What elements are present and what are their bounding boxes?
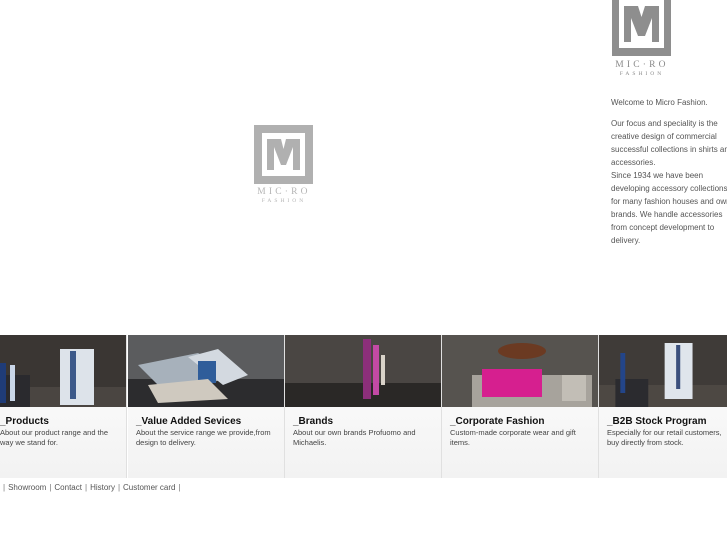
ties-photo [285,335,441,407]
wordmark-line2: FASHION [261,198,307,204]
card-title: _Value Added Sevices [136,416,242,427]
category-strip: _Products About our product range and th… [0,335,727,478]
card-products[interactable]: _Products About our product range and th… [0,335,127,478]
card-title: _B2B Stock Program [607,416,707,427]
card-value-added-services[interactable]: _Value Added Sevices About the service r… [128,335,285,478]
card-desc: Custom-made corporate wear and gift item… [450,428,576,447]
shirts-chair-photo [599,335,727,407]
footer-link-showroom[interactable]: Showroom [8,483,46,492]
card-desc: About our own brands Profuomo and Michae… [293,428,416,447]
footer-link-customer-card[interactable]: Customer card [123,483,175,492]
footer-nav: | Showroom | Contact | History | Customer card | [0,483,184,492]
card-b2b-stock-program[interactable]: _B2B Stock Program Especially for our re… [599,335,727,478]
wordmark-small-line1: MIC·RO [615,60,669,70]
card-brands[interactable]: _Brands About our own brands Profuomo an… [285,335,442,478]
intro-body-2: Since 1934 we have been developing acces… [611,171,727,245]
card-desc: Especially for our retail customers, buy… [607,428,722,447]
welcome-text: Welcome to Micro Fashion. [611,98,708,107]
intro-body-1: Our focus and speciality is the creative… [611,119,727,167]
logo-icon-small[interactable] [612,0,671,56]
wordmark-small-line2: FASHION [619,71,665,77]
card-desc: About the service range we provide,from … [136,428,271,447]
shirts-photo [0,335,126,407]
card-desc: About our product range and the way we s… [0,428,108,447]
logo-icon [254,125,313,184]
wordmark-line1: MIC·RO [257,187,311,197]
card-title: _Corporate Fashion [450,416,545,427]
separator: | [117,483,121,492]
scarves-photo [128,335,284,407]
card-title: _Brands [293,416,334,427]
footer-link-contact[interactable]: Contact [54,483,82,492]
footer-link-history[interactable]: History [90,483,115,492]
separator: | [3,483,6,492]
wordmark: MIC·RO FASHION [240,187,328,206]
belts-photo [442,335,598,407]
card-title: _Products [0,416,49,427]
card-corporate-fashion[interactable]: _Corporate Fashion Custom-made corporate… [442,335,599,478]
separator: | [84,483,88,492]
separator: | [178,483,181,492]
intro-text: Welcome to Micro Fashion. Our focus and … [611,96,727,255]
wordmark-small: MIC·RO FASHION [600,60,684,79]
